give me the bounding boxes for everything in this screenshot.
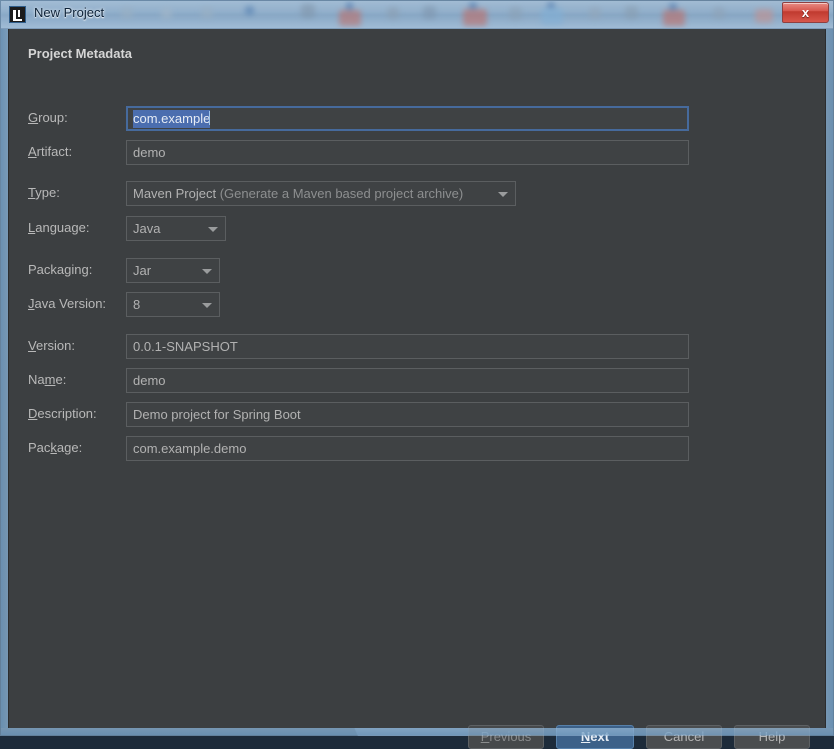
- new-project-dialog-window: New Project x Project Metadata Group: co…: [0, 0, 834, 749]
- window-frame: [0, 0, 834, 736]
